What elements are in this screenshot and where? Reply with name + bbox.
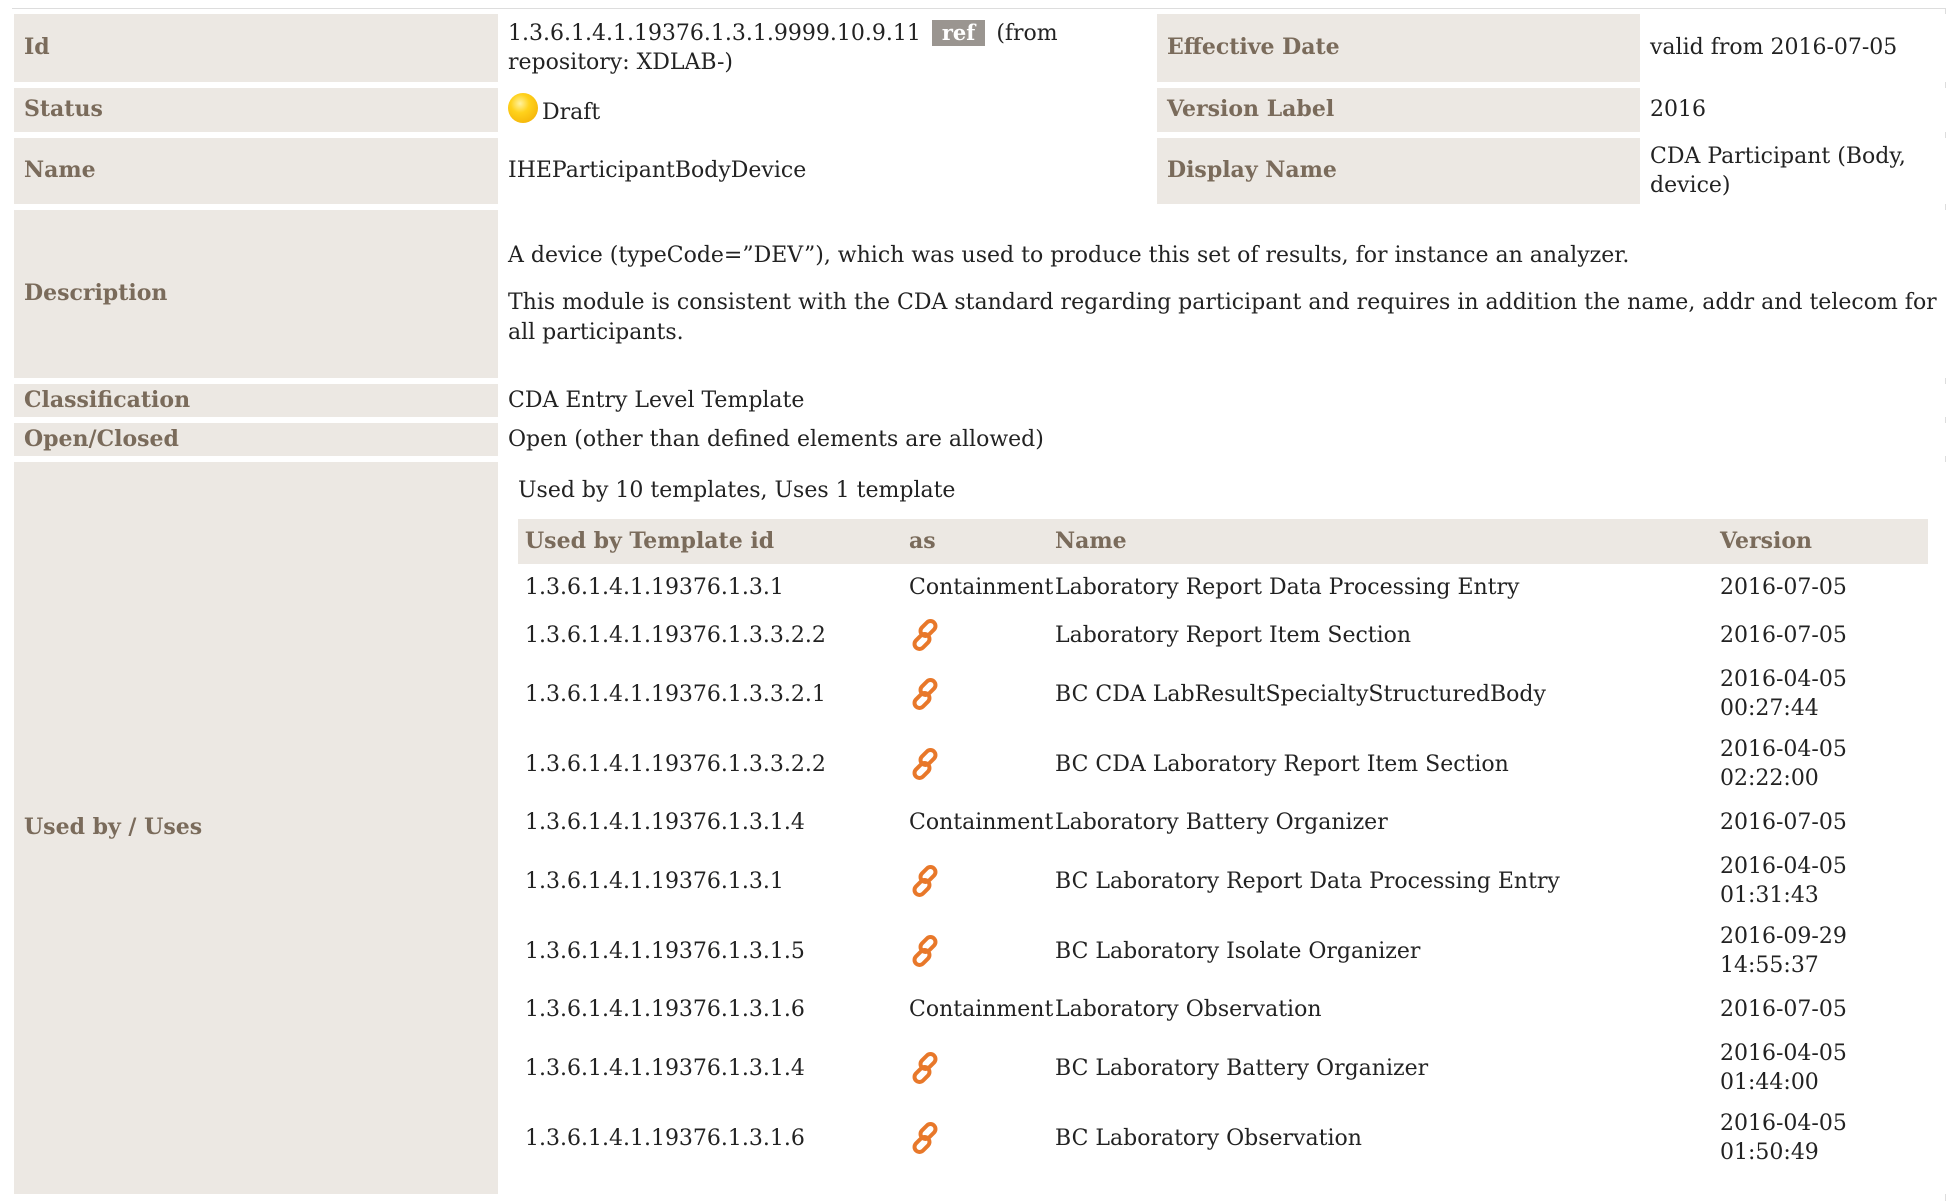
ref-badge[interactable]: ref (931, 19, 986, 46)
usage-template-id[interactable]: 1.3.6.1.4.1.19376.1.3.3.2.1 (518, 659, 902, 729)
usage-row: 1.3.6.1.4.1.19376.1.3.1.4 Containment Labo… (518, 799, 1928, 846)
usage-name[interactable]: Laboratory Report Item Section (1048, 611, 1713, 659)
usage-as: Containment (909, 810, 1054, 836)
header-template-id: Used by Template id (518, 519, 902, 565)
value-version-label: 2016 (1640, 88, 1947, 132)
usage-table-body: 1.3.6.1.4.1.19376.1.3.1 Containment Labora… (518, 564, 1928, 1173)
label-description: Description (14, 210, 498, 378)
template-id: 1.3.6.1.4.1.19376.1.3.1.9999.10.9.11 (508, 20, 921, 46)
usage-template-id[interactable]: 1.3.6.1.4.1.19376.1.3.1.4 (518, 1033, 902, 1103)
label-effective-date: Effective Date (1157, 14, 1640, 82)
usage-row: 1.3.6.1.4.1.19376.1.3.1 BC Laboratory Rep… (518, 846, 1928, 916)
link-icon[interactable] (909, 617, 945, 653)
usage-as (902, 659, 1048, 729)
usage-name[interactable]: BC CDA Laboratory Report Item Section (1048, 729, 1713, 799)
usage-template-id[interactable]: 1.3.6.1.4.1.19376.1.3.1.4 (518, 799, 902, 846)
template-properties-table: Id 1.3.6.1.4.1.19376.1.3.1.9999.10.9.11 … (14, 8, 1947, 1200)
usage-version: 2016-07-05 (1720, 810, 1847, 836)
usage-template-id[interactable]: 1.3.6.1.4.1.19376.1.3.1.6 (518, 986, 902, 1033)
usage-row: 1.3.6.1.4.1.19376.1.3.3.2.2 BC CDA Labora… (518, 729, 1928, 799)
usage-name[interactable]: Laboratory Observation (1048, 986, 1713, 1033)
usage-table: Used by Template id as Name Version 1.3.… (518, 519, 1928, 1173)
usage-name[interactable]: Laboratory Report Data Processing Entry (1048, 564, 1713, 611)
usage-as (902, 1103, 1048, 1173)
usage-template-id[interactable]: 1.3.6.1.4.1.19376.1.3.1 (518, 564, 902, 611)
usage-row: 1.3.6.1.4.1.19376.1.3.1.5 BC Laboratory I… (518, 916, 1928, 986)
usage-name[interactable]: BC Laboratory Isolate Organizer (1048, 916, 1713, 986)
usage-template-id[interactable]: 1.3.6.1.4.1.19376.1.3.1 (518, 846, 902, 916)
header-as: as (902, 519, 1048, 565)
link-icon[interactable] (909, 746, 945, 782)
row-id: Id 1.3.6.1.4.1.19376.1.3.1.9999.10.9.11 … (14, 14, 1947, 82)
usage-name[interactable]: BC CDA LabResultSpecialtyStructuredBody (1048, 659, 1713, 729)
label-id: Id (14, 14, 498, 82)
link-icon[interactable] (909, 1050, 945, 1086)
value-used-by-uses: Used by 10 templates, Uses 1 template Us… (498, 462, 1947, 1194)
usage-version: 2016-04-05 00:27:44 (1720, 667, 1847, 722)
value-description: A device (typeCode=”DEV”), which was use… (498, 210, 1947, 378)
usage-version: 2016-04-05 01:44:00 (1720, 1041, 1847, 1096)
usage-version: 2016-09-29 14:55:37 (1720, 924, 1847, 979)
usage-as: Containment (909, 575, 1054, 601)
usage-template-id[interactable]: 1.3.6.1.4.1.19376.1.3.3.2.2 (518, 611, 902, 659)
label-used-by-uses: Used by / Uses (14, 462, 498, 1194)
usage-template-id[interactable]: 1.3.6.1.4.1.19376.1.3.3.2.2 (518, 729, 902, 799)
usage-row: 1.3.6.1.4.1.19376.1.3.3.2.2 Laboratory Re… (518, 611, 1928, 659)
description-paragraph-1: A device (typeCode=”DEV”), which was use… (508, 243, 1630, 269)
usage-row: 1.3.6.1.4.1.19376.1.3.1.4 BC Laboratory B… (518, 1033, 1928, 1103)
usage-row: 1.3.6.1.4.1.19376.1.3.1 Containment Labora… (518, 564, 1928, 611)
usage-template-id[interactable]: 1.3.6.1.4.1.19376.1.3.1.5 (518, 916, 902, 986)
label-version-label: Version Label (1157, 88, 1640, 132)
label-name: Name (14, 138, 498, 204)
usage-summary: Used by 10 templates, Uses 1 template (518, 478, 956, 503)
usage-as (902, 846, 1048, 916)
row-used-by-uses: Used by / Uses Used by 10 templates, Use… (14, 462, 1947, 1194)
value-id: 1.3.6.1.4.1.19376.1.3.1.9999.10.9.11 ref… (498, 14, 1157, 82)
row-description: Description A device (typeCode=”DEV”), w… (14, 210, 1947, 378)
usage-template-id[interactable]: 1.3.6.1.4.1.19376.1.3.1.6 (518, 1103, 902, 1173)
status-text: Draft (542, 99, 601, 125)
label-display-name: Display Name (1157, 138, 1640, 204)
label-classification: Classification (14, 384, 498, 417)
usage-name[interactable]: BC Laboratory Report Data Processing Ent… (1048, 846, 1713, 916)
usage-as: Containment (909, 997, 1054, 1023)
usage-version: 2016-07-05 (1720, 622, 1847, 648)
usage-as (902, 729, 1048, 799)
usage-version: 2016-04-05 02:22:00 (1720, 737, 1847, 792)
usage-name[interactable]: BC Laboratory Battery Organizer (1048, 1033, 1713, 1103)
usage-table-header: Used by Template id as Name Version (518, 519, 1928, 565)
value-name: IHEParticipantBodyDevice (498, 138, 1157, 204)
value-display-name: CDA Participant (Body, device) (1640, 138, 1947, 204)
row-status: Status Draft Version Label 2016 (14, 88, 1947, 132)
link-icon[interactable] (909, 676, 945, 712)
usage-row: 1.3.6.1.4.1.19376.1.3.3.2.1 BC CDA LabRes… (518, 659, 1928, 729)
link-icon[interactable] (909, 1120, 945, 1156)
usage-name[interactable]: Laboratory Battery Organizer (1048, 799, 1713, 846)
row-open-closed: Open/Closed Open (other than defined ele… (14, 423, 1947, 456)
description-paragraph-2: This module is consistent with the CDA s… (508, 290, 1937, 345)
header-version: Version (1713, 519, 1928, 565)
usage-row: 1.3.6.1.4.1.19376.1.3.1.6 Containment Labo… (518, 986, 1928, 1033)
status-draft-icon (508, 92, 538, 123)
usage-as (902, 916, 1048, 986)
usage-as (902, 1033, 1048, 1103)
header-name: Name (1048, 519, 1713, 565)
row-name: Name IHEParticipantBodyDevice Display Na… (14, 138, 1947, 204)
usage-version: 2016-04-05 01:31:43 (1720, 854, 1847, 909)
link-icon[interactable] (909, 863, 945, 899)
value-status: Draft (498, 88, 1157, 132)
row-classification: Classification CDA Entry Level Template (14, 384, 1947, 417)
usage-version: 2016-07-05 (1720, 575, 1847, 601)
usage-row: 1.3.6.1.4.1.19376.1.3.1.6 BC Laboratory O… (518, 1103, 1928, 1173)
value-classification: CDA Entry Level Template (498, 384, 1947, 417)
label-status: Status (14, 88, 498, 132)
link-icon[interactable] (909, 933, 945, 969)
usage-name[interactable]: BC Laboratory Observation (1048, 1103, 1713, 1173)
value-effective-date: valid from 2016-07-05 (1640, 14, 1947, 82)
usage-as (902, 611, 1048, 659)
label-open-closed: Open/Closed (14, 423, 498, 456)
usage-version: 2016-07-05 (1720, 997, 1847, 1023)
value-open-closed: Open (other than defined elements are al… (498, 423, 1947, 456)
usage-version: 2016-04-05 01:50:49 (1720, 1111, 1847, 1166)
